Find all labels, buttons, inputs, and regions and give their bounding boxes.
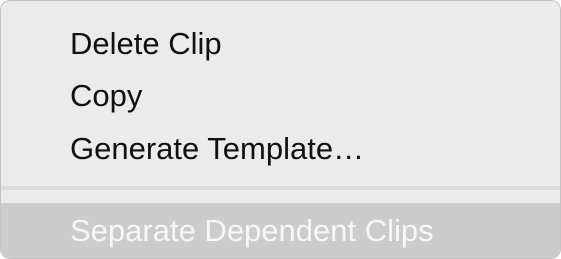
menu-item-copy[interactable]: Copy — [1, 70, 560, 122]
menu-item-separate-dependent-clips[interactable]: Separate Dependent Clips — [1, 203, 560, 258]
menu-item-delete-clip[interactable]: Delete Clip — [1, 18, 560, 70]
context-menu: Delete Clip Copy Generate Template… Sepa… — [0, 0, 561, 259]
menu-separator — [1, 186, 560, 190]
menu-item-generate-template[interactable]: Generate Template… — [1, 123, 560, 175]
